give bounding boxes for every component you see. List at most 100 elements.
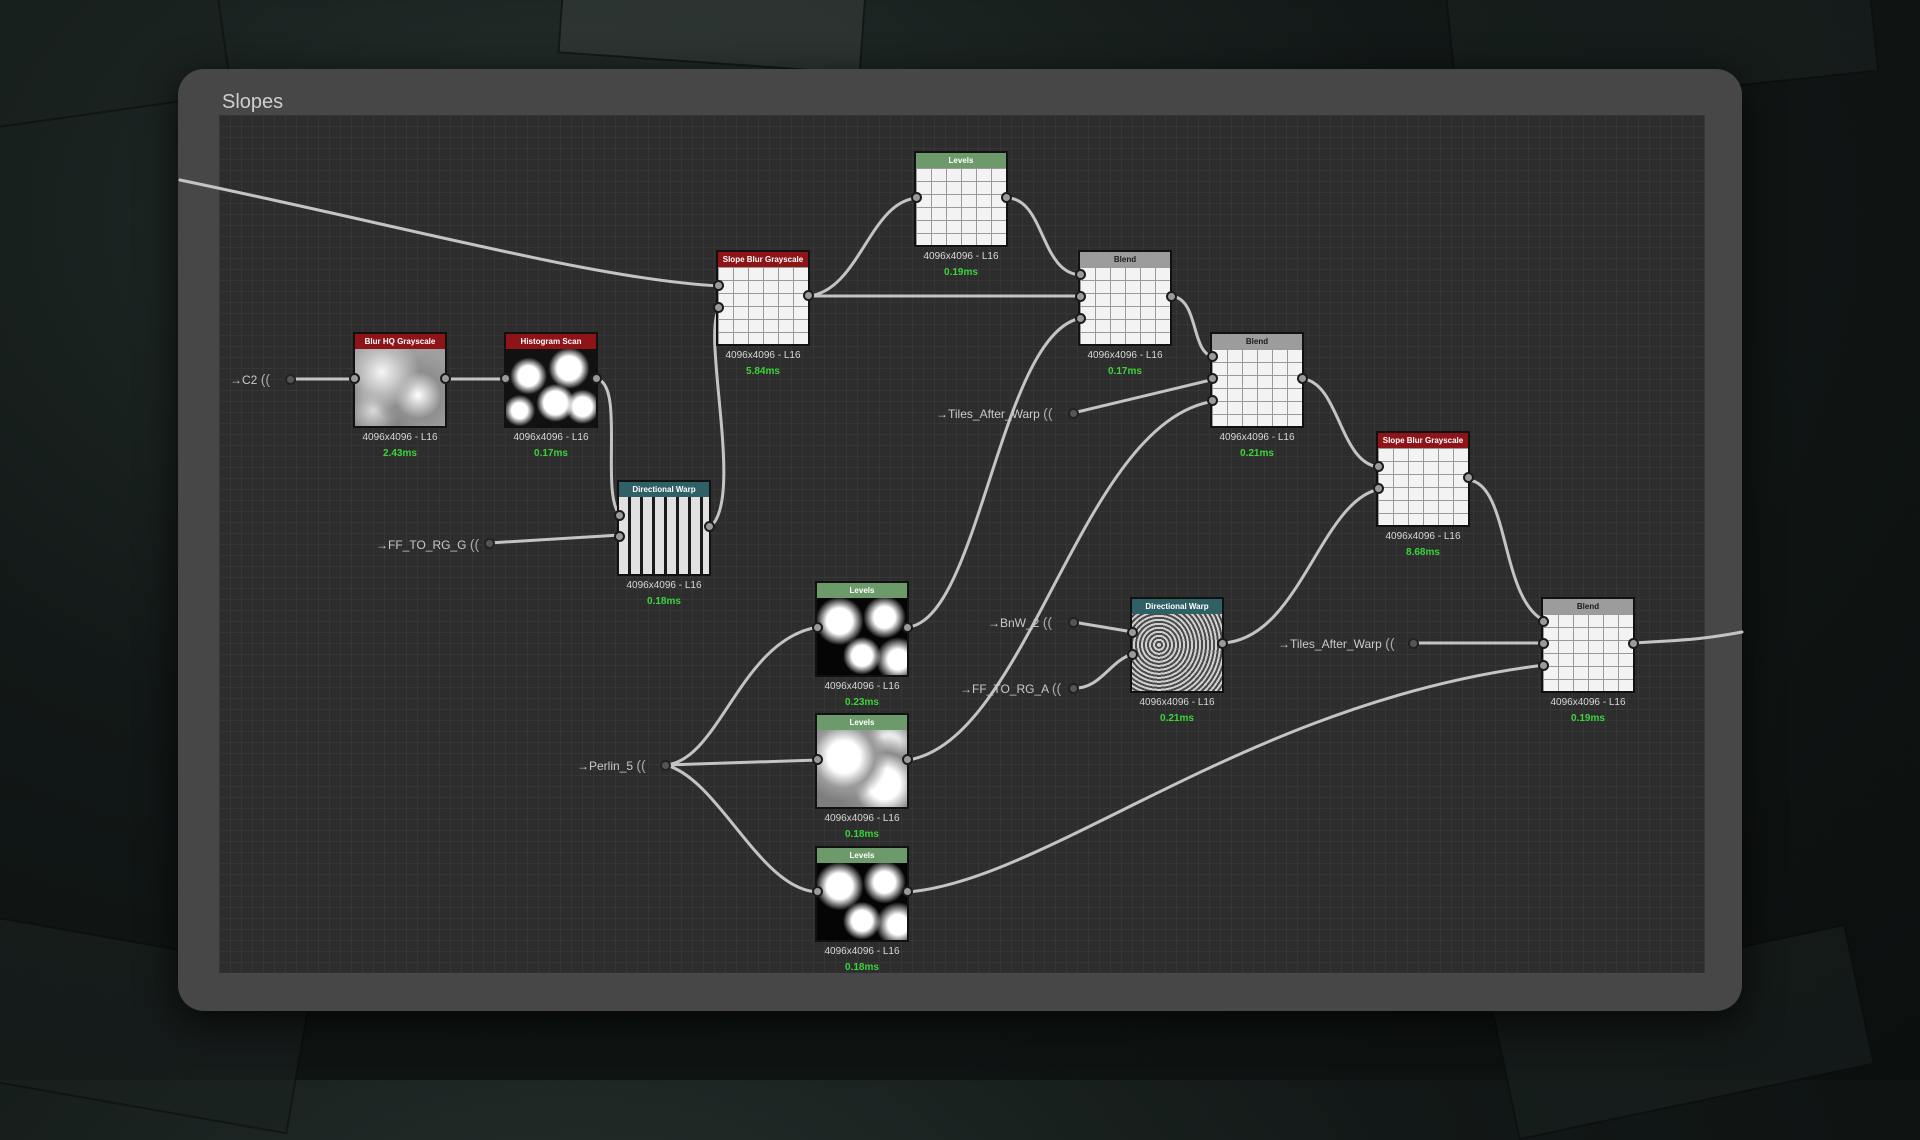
input-port[interactable] [1538, 660, 1549, 671]
input-port[interactable] [614, 531, 625, 542]
input-label: FF_TO_RG_G [388, 538, 467, 552]
output-port[interactable] [1297, 373, 1308, 384]
output-port[interactable] [902, 754, 913, 765]
output-port[interactable] [1463, 472, 1474, 483]
node-time: 5.84ms [746, 366, 780, 377]
node-title: Histogram Scan [506, 334, 596, 349]
input-port[interactable] [812, 886, 823, 897]
input-port[interactable] [1075, 291, 1086, 302]
node-resolution: 4096x4096 - L16 [725, 350, 801, 361]
input-tiles-after-warp[interactable]: →Tiles_After_Warp (( [936, 405, 1052, 421]
input-port[interactable] [1075, 269, 1086, 280]
node-title: Blur HQ Grayscale [355, 334, 445, 349]
node-resolution: 4096x4096 - L16 [824, 681, 900, 692]
input-port[interactable] [1127, 649, 1138, 660]
input-port[interactable] [1207, 351, 1218, 362]
input-ff-to-rg-g[interactable]: →FF_TO_RG_G (( [376, 536, 479, 552]
node-body: Levels [815, 846, 909, 942]
node-resolution: 4096x4096 - L16 [1550, 697, 1626, 708]
input-port[interactable] [484, 538, 495, 549]
node-body: Blend [1210, 332, 1304, 428]
output-port[interactable] [591, 373, 602, 384]
input-port[interactable] [713, 302, 724, 313]
node-histogram-scan[interactable]: Histogram Scan 4096x4096 - L16 0.17ms [504, 332, 598, 459]
signal-icon: (( [636, 757, 646, 773]
node-resolution: 4096x4096 - L16 [824, 813, 900, 824]
node-blend[interactable]: Blend 4096x4096 - L16 0.19ms [1541, 597, 1635, 724]
node-time: 0.21ms [1160, 713, 1194, 724]
input-label: FF_TO_RG_A [972, 682, 1049, 696]
input-port[interactable] [1207, 395, 1218, 406]
output-port[interactable] [1628, 638, 1639, 649]
output-port[interactable] [1166, 291, 1177, 302]
input-label: BnW_2 [1000, 616, 1040, 630]
input-port[interactable] [1538, 616, 1549, 627]
input-c2[interactable]: →C2 (( [230, 371, 270, 387]
input-port[interactable] [713, 280, 724, 291]
output-port[interactable] [704, 521, 715, 532]
node-levels[interactable]: Levels 4096x4096 - L16 0.19ms [914, 151, 1008, 278]
input-port[interactable] [911, 192, 922, 203]
input-port[interactable] [349, 373, 360, 384]
node-resolution: 4096x4096 - L16 [1139, 697, 1215, 708]
node-body: Levels [815, 713, 909, 809]
node-thumbnail [817, 863, 907, 940]
input-perlin-5[interactable]: →Perlin_5 (( [577, 757, 646, 773]
node-resolution: 4096x4096 - L16 [513, 432, 589, 443]
input-label: Tiles_After_Warp [948, 407, 1040, 421]
input-bnw-2[interactable]: →BnW_2 (( [988, 614, 1052, 630]
node-title: Directional Warp [1132, 599, 1222, 614]
input-port[interactable] [1075, 313, 1086, 324]
node-resolution: 4096x4096 - L16 [824, 946, 900, 957]
node-resolution: 4096x4096 - L16 [923, 251, 999, 262]
node-directional-warp[interactable]: Directional Warp 4096x4096 - L16 0.21ms [1130, 597, 1224, 724]
node-resolution: 4096x4096 - L16 [626, 580, 702, 591]
input-port[interactable] [285, 374, 296, 385]
input-port[interactable] [1068, 408, 1079, 419]
input-label: Perlin_5 [589, 759, 634, 773]
node-slope-blur-grayscale[interactable]: Slope Blur Grayscale 4096x4096 - L16 5.8… [716, 250, 810, 377]
node-time: 0.18ms [845, 829, 879, 840]
node-levels[interactable]: Levels 4096x4096 - L16 0.23ms [815, 581, 909, 708]
input-port[interactable] [1068, 617, 1079, 628]
input-port[interactable] [1373, 483, 1384, 494]
input-port[interactable] [812, 754, 823, 765]
signal-icon: (( [1043, 405, 1053, 421]
input-port[interactable] [660, 760, 671, 771]
input-port[interactable] [1408, 638, 1419, 649]
node-time: 0.19ms [1571, 713, 1605, 724]
node-time: 0.17ms [534, 448, 568, 459]
output-port[interactable] [1001, 192, 1012, 203]
output-port[interactable] [902, 886, 913, 897]
node-thumbnail [1543, 614, 1633, 691]
output-port[interactable] [440, 373, 451, 384]
node-levels[interactable]: Levels 4096x4096 - L16 0.18ms [815, 713, 909, 840]
node-body: Slope Blur Grayscale [1376, 431, 1470, 527]
input-tiles-after-warp[interactable]: →Tiles_After_Warp (( [1278, 635, 1394, 651]
input-port[interactable] [812, 622, 823, 633]
node-directional-warp[interactable]: Directional Warp 4096x4096 - L16 0.18ms [617, 480, 711, 607]
node-slope-blur-grayscale[interactable]: Slope Blur Grayscale 4096x4096 - L16 8.6… [1376, 431, 1470, 558]
input-port[interactable] [1373, 461, 1384, 472]
node-blend[interactable]: Blend 4096x4096 - L16 0.17ms [1078, 250, 1172, 377]
node-title: Blend [1212, 334, 1302, 349]
signal-icon: (( [1051, 680, 1062, 696]
node-time: 0.17ms [1108, 366, 1142, 377]
node-levels[interactable]: Levels 4096x4096 - L16 0.18ms [815, 846, 909, 973]
node-blend[interactable]: Blend 4096x4096 - L16 0.21ms [1210, 332, 1304, 459]
input-port[interactable] [1068, 683, 1079, 694]
input-port[interactable] [1207, 373, 1218, 384]
node-body: Directional Warp [1130, 597, 1224, 693]
node-blur-hq-grayscale[interactable]: Blur HQ Grayscale 4096x4096 - L16 2.43ms [353, 332, 447, 459]
node-thumbnail [506, 349, 596, 426]
output-port[interactable] [1217, 638, 1228, 649]
input-port[interactable] [500, 373, 511, 384]
input-port[interactable] [1127, 627, 1138, 638]
input-port[interactable] [1538, 638, 1549, 649]
output-port[interactable] [902, 622, 913, 633]
input-ff-to-rg-a[interactable]: →FF_TO_RG_A (( [960, 680, 1061, 696]
node-title: Levels [817, 583, 907, 598]
node-title: Slope Blur Grayscale [718, 252, 808, 267]
output-port[interactable] [803, 290, 814, 301]
input-port[interactable] [614, 510, 625, 521]
